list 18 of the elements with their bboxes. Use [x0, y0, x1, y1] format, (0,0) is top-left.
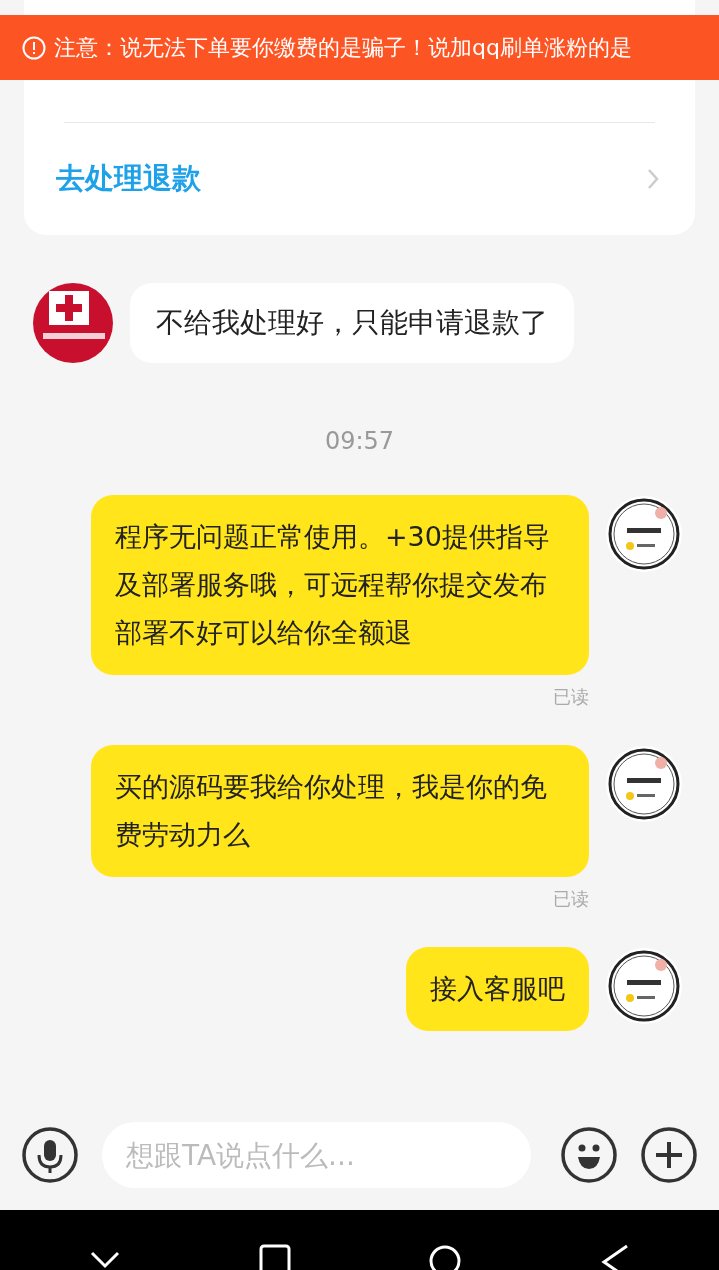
home-button[interactable] — [428, 1244, 463, 1270]
plus-button[interactable] — [641, 1127, 697, 1183]
message-bubble: 接入客服吧 — [406, 947, 589, 1031]
message-bubble: 买的源码要我给你处理，我是你的免费劳动力么 — [91, 745, 589, 877]
refund-link[interactable]: 去处理退款 — [56, 159, 201, 199]
chevron-down-icon[interactable] — [88, 1250, 121, 1270]
read-status: 已读 — [553, 685, 589, 709]
emoji-button[interactable] — [561, 1127, 617, 1183]
message-bubble: 不给我处理好，只能申请退款了 — [130, 283, 574, 363]
timestamp: 09:57 — [324, 427, 395, 455]
microphone-button[interactable] — [22, 1127, 78, 1183]
read-status: 已读 — [553, 887, 589, 911]
message-input[interactable]: 想跟TA说点什么... — [102, 1122, 531, 1188]
message-bubble: 程序无问题正常使用。+30提供指导及部署服务哦，可远程帮你提交发布部署不好可以给你全额退 — [91, 495, 589, 675]
recent-apps-button[interactable] — [258, 1244, 291, 1270]
warning-text: 注意：说无法下单要你缴费的是骗子！说加qq刷单涨粉的是 — [54, 33, 632, 62]
warning-icon — [22, 35, 46, 60]
chevron-right-icon — [647, 168, 659, 190]
